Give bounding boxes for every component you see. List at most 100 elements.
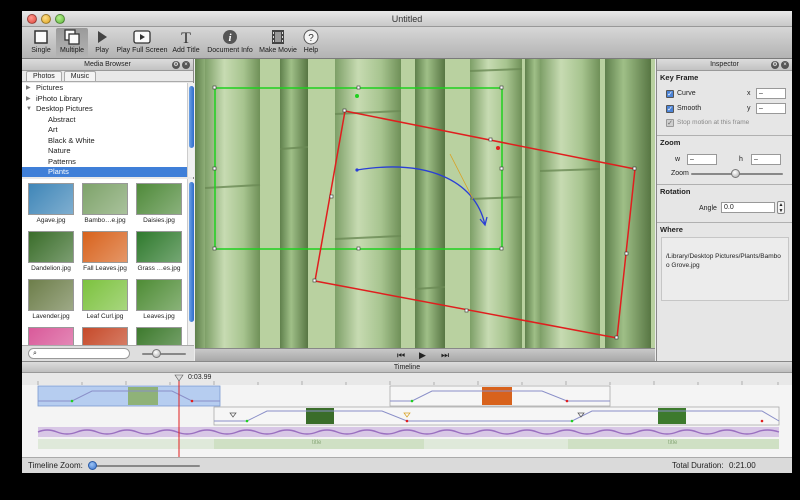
width-field[interactable]: – [687, 154, 717, 165]
source-tree: ▶ Pictures ▶ iPhoto Library ▼ Desktop Pictu… [22, 83, 187, 177]
thumbnail-grid: Agave.jpg Bambo…e.jpg Daisies.jpg Dandelion… [22, 179, 187, 345]
tree-item-black-white[interactable]: Black & White [22, 136, 187, 147]
thumbnail-image [28, 327, 74, 345]
tree-item-label: Black & White [48, 135, 95, 145]
thumbnail-image [82, 183, 128, 215]
tree-item-pictures[interactable]: ▶ Pictures [22, 83, 187, 94]
disclosure-right-icon[interactable]: ▶ [26, 94, 31, 105]
smooth-checkbox[interactable]: ✓ [666, 105, 674, 113]
h-label: h [739, 156, 743, 163]
curve-checkbox[interactable]: ✓ [666, 90, 674, 98]
where-section: Where /Library/Desktop Pictures/Plants/B… [657, 222, 792, 302]
tree-item-plants[interactable]: Plants [22, 167, 187, 177]
play-button[interactable]: Play [92, 28, 112, 58]
main-window: Untitled Single Multiple Play Play Full … [22, 11, 792, 473]
tree-item-art[interactable]: Art [22, 125, 187, 136]
window-title: Untitled [391, 14, 423, 24]
help-icon: ? [303, 29, 319, 45]
make-movie-button[interactable]: Make Movie [258, 28, 298, 58]
play-full-screen-button[interactable]: Play Full Screen [116, 28, 168, 58]
where-path: /Library/Desktop Pictures/Plants/Bamboo … [661, 237, 789, 301]
thumbnail-label: Dandelion.jpg [31, 265, 71, 272]
tree-item-abstract[interactable]: Abstract [22, 115, 187, 126]
angle-field[interactable]: 0.0 [721, 202, 775, 213]
panel-settings-icon[interactable]: ⚙ [172, 61, 180, 69]
tree-scroll-thumb[interactable] [189, 86, 194, 148]
tree-item-iphoto[interactable]: ▶ iPhoto Library [22, 94, 187, 105]
single-icon [34, 30, 48, 44]
media-browser-panel: Media Browser ⚙ × Photos Music ▶ Pictures … [22, 59, 194, 361]
disclosure-down-icon[interactable]: ▼ [26, 104, 32, 115]
play-icon[interactable]: ▶ [419, 350, 426, 361]
fast-forward-icon[interactable]: ⏭ [441, 350, 449, 361]
tree-item-nature[interactable]: Nature [22, 146, 187, 157]
thumbnail-size-slider[interactable] [142, 353, 186, 355]
thumbnail-image [136, 231, 182, 263]
add-title-button[interactable]: T Add Title [170, 28, 202, 58]
x-field[interactable]: – [756, 88, 786, 99]
timeline-zoom-knob[interactable] [88, 461, 97, 470]
thumbnail-size-knob[interactable] [152, 349, 161, 358]
thumbnail-image [82, 327, 128, 345]
help-button[interactable]: ? Help [300, 28, 322, 58]
zoom-slider-knob[interactable] [731, 169, 740, 178]
rotation-section: Rotation Angle 0.0 ▲ ▼ [657, 184, 792, 222]
thumbnail-item[interactable]: Grass …es.jpg [133, 231, 185, 272]
multiple-button[interactable]: Multiple [56, 28, 88, 58]
tree-item-desktop-pictures[interactable]: ▼ Desktop Pictures [22, 104, 187, 115]
y-field[interactable]: – [756, 103, 786, 114]
tree-item-label: iPhoto Library [36, 93, 83, 103]
single-label: Single [31, 47, 51, 54]
playback-controls: ⏮ ▶ ⏭ [195, 348, 655, 361]
timeline-view[interactable]: 0:03.99 title title [22, 373, 792, 457]
panel-close-icon[interactable]: × [781, 61, 789, 69]
tree-scrollbar[interactable] [187, 83, 194, 177]
title-bar: Untitled [22, 11, 792, 27]
smooth-label: Smooth [677, 105, 702, 112]
thumbnail-item[interactable]: Lavender.jpg [25, 279, 77, 320]
height-field[interactable]: – [751, 154, 781, 165]
thumbnail-item[interactable] [133, 327, 185, 345]
multiple-icon [64, 29, 80, 45]
play-fullscreen-icon [133, 30, 151, 44]
keyframe-section: Key Frame ✓ Curve x – ✓ Smooth y – ✓ Sto… [657, 71, 792, 131]
timeline-zoom-slider[interactable] [92, 465, 200, 467]
thumbnail-scrollbar[interactable] [187, 179, 194, 345]
document-info-button[interactable]: i Document Info [206, 28, 254, 58]
thumbnail-label: Bambo…e.jpg [84, 217, 126, 224]
total-duration-value: 0:21.00 [729, 461, 756, 470]
media-browser-header: Media Browser ⚙ × [22, 59, 193, 71]
rewind-icon[interactable]: ⏮ [397, 350, 405, 361]
thumbnail-item[interactable]: Agave.jpg [25, 183, 77, 224]
thumbnail-scroll-thumb[interactable] [189, 182, 194, 322]
thumbnail-item[interactable]: Daisies.jpg [133, 183, 185, 224]
thumbnail-image [136, 327, 182, 345]
panel-settings-icon[interactable]: ⚙ [771, 61, 779, 69]
thumbnail-item[interactable] [79, 327, 131, 345]
thumbnail-item[interactable] [25, 327, 77, 345]
tab-music[interactable]: Music [63, 71, 97, 81]
panel-close-icon[interactable]: × [182, 61, 190, 69]
thumbnail-image [136, 279, 182, 311]
single-button[interactable]: Single [26, 28, 56, 58]
tab-photos[interactable]: Photos [26, 71, 62, 81]
thumbnail-item[interactable]: Bambo…e.jpg [79, 183, 131, 224]
stop-motion-checkbox[interactable]: ✓ [666, 119, 674, 127]
make-movie-label: Make Movie [259, 47, 297, 54]
thumbnail-item[interactable]: Dandelion.jpg [25, 231, 77, 272]
canvas-view[interactable] [195, 59, 655, 348]
thumbnail-item[interactable]: Leaves.jpg [133, 279, 185, 320]
thumbnail-label: Fall Leaves.jpg [83, 265, 127, 272]
thumbnail-image [82, 279, 128, 311]
thumbnail-item[interactable]: Leaf Curl.jpg [79, 279, 131, 320]
thumbnail-item[interactable]: Fall Leaves.jpg [79, 231, 131, 272]
tree-item-patterns[interactable]: Patterns [22, 157, 187, 168]
inspector-header: Inspector ⚙ × [657, 59, 792, 71]
media-browser-title: Media Browser [84, 61, 131, 68]
disclosure-right-icon[interactable]: ▶ [26, 83, 31, 94]
media-search-field[interactable]: ⌕ [28, 348, 130, 359]
thumbnail-label: Daisies.jpg [143, 217, 175, 224]
add-title-label: Add Title [172, 47, 200, 54]
angle-stepper[interactable]: ▲ ▼ [777, 201, 785, 214]
thumbnail-image [28, 231, 74, 263]
